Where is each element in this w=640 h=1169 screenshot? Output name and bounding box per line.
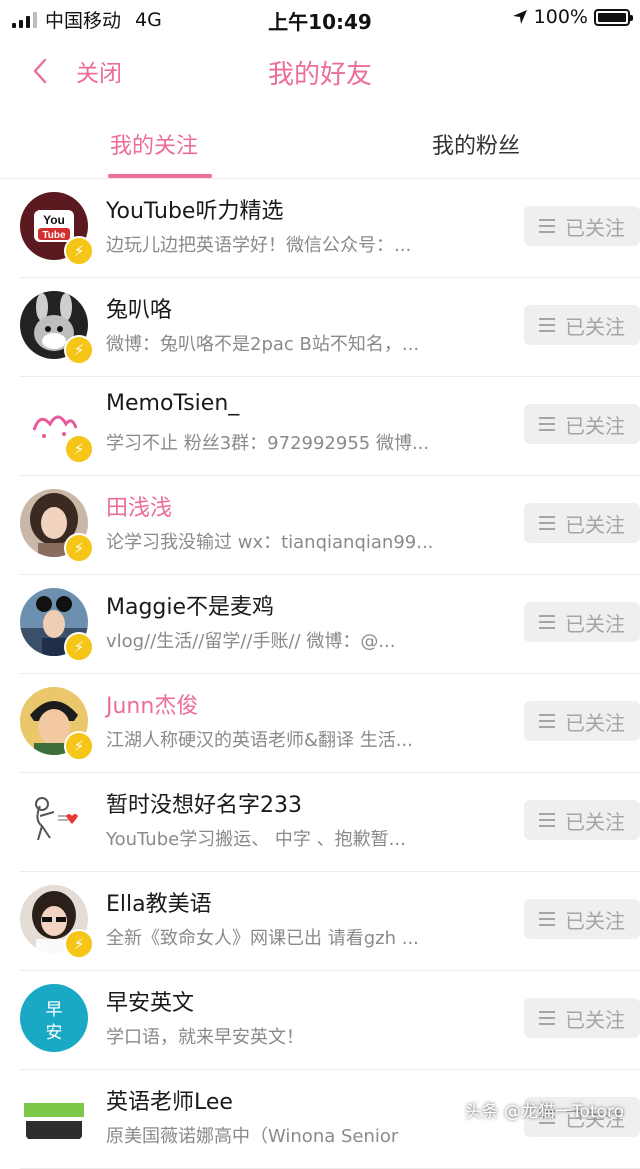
menu-icon [539,318,555,332]
avatar[interactable]: ⚡ [20,588,94,662]
followed-label: 已关注 [565,215,625,240]
followed-label: 已关注 [565,1007,625,1032]
followed-label: 已关注 [565,908,625,933]
user-name: MemoTsien_ [106,391,240,416]
user-description: 微博：兔叭咯不是2pac B站不知名，... [106,334,420,355]
avatar[interactable]: ⚡ [20,390,94,464]
user-name: 田浅浅 [106,496,173,521]
following-list: You Tube ⚡ YouTube听力精选 边玩儿边把英语学好！微信公众号：..… [0,179,640,1169]
user-name: Ella教美语 [106,892,212,917]
followed-label: 已关注 [565,611,625,636]
svg-text:Tube: Tube [42,230,66,241]
user-description: YouTube学习搬运、 中字 、抱歉暂... [106,829,406,850]
menu-icon [539,219,555,233]
avatar[interactable]: ⚡ [20,291,94,365]
user-name: Maggie不是麦鸡 [106,595,275,620]
user-name: 早安英文 [106,991,195,1016]
followed-label: 已关注 [565,809,625,834]
page-title: 我的好友 [267,60,372,90]
followed-button[interactable]: 已关注 [524,701,640,741]
battery-icon [594,8,633,26]
user-description: 边玩儿边把英语学好！微信公众号：... [106,235,412,256]
followed-button[interactable]: 已关注 [524,602,640,642]
lightning-badge-icon: ⚡ [64,929,94,959]
menu-icon [539,714,555,728]
avatar[interactable]: 早安 [20,984,88,1052]
followed-button[interactable]: 已关注 [524,404,640,444]
followed-button[interactable]: 已关注 [524,305,640,345]
lightning-badge-icon: ⚡ [64,533,94,563]
followed-button[interactable]: 已关注 [524,206,640,246]
user-description: 学口语，就来早安英文！ [106,1027,304,1048]
tab-bar: 我的关注 我的粉丝 [0,116,640,179]
nav-bar: 关闭 我的好友 [0,36,640,108]
user-name: 暂时没想好名字233 [106,793,302,818]
avatar[interactable]: ⚡ [20,687,94,761]
followed-label: 已关注 [565,314,625,339]
followed-label: 已关注 [565,710,625,735]
list-item[interactable]: ⚡ MemoTsien_ 学习不止 粉丝3群：972992955 微博... 已… [20,377,640,476]
user-description: 学习不止 粉丝3群：972992955 微博... [106,433,430,454]
followed-label: 已关注 [565,413,625,438]
tab-followers[interactable]: 我的粉丝 [432,128,520,160]
followed-button[interactable]: 已关注 [524,899,640,939]
lightning-badge-icon: ⚡ [64,434,94,464]
list-item[interactable]: 早安 早安英文 学口语，就来早安英文！ 已关注 [20,971,640,1070]
status-right: 100% [512,6,633,28]
followed-button[interactable]: 已关注 [524,998,640,1038]
svg-text:安: 安 [46,1023,63,1043]
followed-button[interactable]: 已关注 [524,800,640,840]
status-bar: 中国移动 4G 上午10:49 100% [0,0,640,36]
lightning-badge-icon: ⚡ [64,236,94,266]
user-description: 原美国薇诺娜高中（Winona Senior [106,1126,399,1147]
lightning-badge-icon: ⚡ [64,632,94,662]
svg-text:You: You [43,213,65,227]
user-description: 论学习我没输过 wx：tianqianqian99... [106,532,434,553]
list-item[interactable]: You Tube ⚡ YouTube听力精选 边玩儿边把英语学好！微信公众号：..… [20,179,640,278]
list-item[interactable]: ⚡ 田浅浅 论学习我没输过 wx：tianqianqian99... 已关注 [20,476,640,575]
list-item[interactable]: ⚡ Junn杰俊 江湖人称硬汉的英语老师&翻译 生活... 已关注 [20,674,640,773]
user-description: vlog//生活//留学//手账// 微博：@... [106,631,396,652]
avatar[interactable]: You Tube ⚡ [20,192,94,266]
list-item[interactable]: ⚡ 兔叭咯 微博：兔叭咯不是2pac B站不知名，... 已关注 [20,278,640,377]
menu-icon [539,1011,555,1025]
user-description: 全新《致命女人》网课已出 请看gzh ... [106,928,419,949]
avatar[interactable] [20,786,88,854]
menu-icon [539,615,555,629]
user-name: YouTube听力精选 [106,199,284,224]
menu-icon [539,417,555,431]
watermark: 头条 @龙猫一Totoro [464,1102,624,1122]
user-name: 英语老师Lee [106,1090,233,1115]
avatar[interactable] [20,1083,88,1151]
menu-icon [539,813,555,827]
menu-icon [539,516,555,530]
list-item[interactable]: ⚡ Maggie不是麦鸡 vlog//生活//留学//手账// 微博：@... … [20,575,640,674]
avatar[interactable]: ⚡ [20,885,94,959]
lightning-badge-icon: ⚡ [64,731,94,761]
menu-icon [539,912,555,926]
user-description: 江湖人称硬汉的英语老师&翻译 生活... [106,730,413,751]
svg-text:早: 早 [46,1000,63,1020]
active-tab-indicator [108,174,212,178]
list-item[interactable]: ⚡ Ella教美语 全新《致命女人》网课已出 请看gzh ... 已关注 [20,872,640,971]
user-name: Junn杰俊 [106,694,199,719]
battery-percent: 100% [533,6,588,28]
location-arrow-icon [512,10,527,24]
followed-button[interactable]: 已关注 [524,503,640,543]
list-item[interactable]: 暂时没想好名字233 YouTube学习搬运、 中字 、抱歉暂... 已关注 [20,773,640,872]
user-name: 兔叭咯 [106,298,173,323]
lightning-badge-icon: ⚡ [64,335,94,365]
tab-following[interactable]: 我的关注 [110,128,198,160]
avatar[interactable]: ⚡ [20,489,94,563]
followed-label: 已关注 [565,512,625,537]
